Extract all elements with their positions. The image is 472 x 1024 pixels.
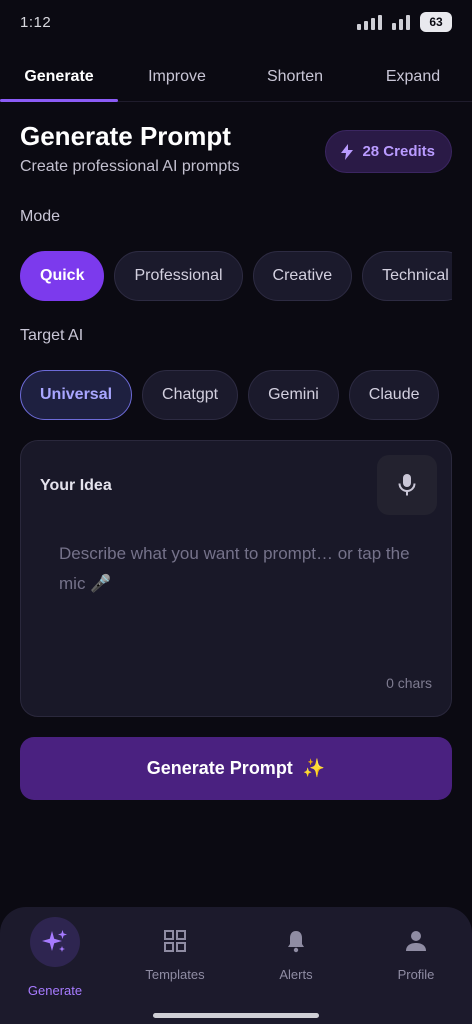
target-chip-chatgpt[interactable]: Chatgpt — [142, 370, 239, 420]
microphone-icon — [398, 474, 416, 496]
grid-icon — [163, 929, 187, 953]
signal-icon — [357, 14, 382, 30]
page-subtitle: Create professional AI prompts — [20, 158, 240, 175]
battery-icon: 63 — [420, 12, 452, 32]
nav-item-generate[interactable]: Generate — [0, 917, 114, 998]
bottom-nav: Generate Templates Alerts Profile — [0, 907, 472, 1024]
nav-item-alerts[interactable]: Alerts — [237, 929, 355, 982]
person-icon — [404, 929, 428, 953]
nav-label-templates: Templates — [145, 967, 205, 982]
char-count: 0 chars — [386, 675, 432, 691]
status-time: 1:12 — [20, 14, 52, 31]
nav-label-profile: Profile — [397, 967, 435, 982]
sparkles-emoji: ✨ — [302, 758, 326, 778]
generate-prompt-button[interactable]: Generate Prompt ✨ — [20, 737, 452, 800]
lightning-icon — [341, 143, 354, 160]
mode-chip-technical[interactable]: Technical — [362, 251, 452, 301]
mode-chip-quick[interactable]: Quick — [20, 251, 105, 301]
status-bar: 1:12 63 — [0, 0, 472, 46]
home-indicator[interactable] — [153, 1013, 319, 1018]
idea-input[interactable]: Describe what you want to prompt… or tap… — [59, 539, 419, 599]
nav-label-generate: Generate — [27, 983, 83, 998]
nav-item-profile[interactable]: Profile — [357, 929, 472, 982]
mode-label: Mode — [20, 208, 61, 225]
tab-shorten[interactable]: Shorten — [236, 52, 354, 101]
target-ai-chip-row: Universal Chatgpt Gemini Claude — [20, 370, 452, 422]
generate-button-label: Generate Prompt — [146, 758, 293, 778]
mode-chip-row: Quick Professional Creative Technical — [20, 251, 452, 303]
nav-label-alerts: Alerts — [279, 967, 313, 982]
mic-button[interactable] — [377, 455, 437, 515]
status-indicators: 63 — [357, 12, 452, 32]
target-chip-universal[interactable]: Universal — [20, 370, 133, 420]
mode-chip-creative[interactable]: Creative — [252, 251, 353, 301]
page-title: Generate Prompt — [20, 121, 231, 151]
screen: 1:12 63 Generate Improve Shorten Expand … — [0, 0, 472, 1024]
target-ai-label: Target AI — [20, 327, 84, 344]
credits-badge[interactable]: 28 Credits — [325, 130, 452, 173]
nav-item-templates[interactable]: Templates — [116, 929, 234, 982]
sparkles-icon — [30, 917, 80, 967]
wifi-icon — [392, 14, 410, 30]
target-chip-claude[interactable]: Claude — [348, 370, 440, 420]
credits-label: 28 Credits — [362, 143, 435, 160]
target-chip-gemini[interactable]: Gemini — [248, 370, 339, 420]
bell-icon — [284, 929, 308, 953]
mode-chip-professional[interactable]: Professional — [114, 251, 243, 301]
tab-bar: Generate Improve Shorten Expand — [0, 52, 472, 102]
tab-improve[interactable]: Improve — [118, 52, 236, 101]
tab-generate[interactable]: Generate — [0, 52, 118, 102]
idea-label: Your Idea — [40, 477, 112, 494]
tab-expand[interactable]: Expand — [354, 52, 472, 101]
idea-card: Your Idea Describe what you want to prom… — [20, 440, 452, 717]
